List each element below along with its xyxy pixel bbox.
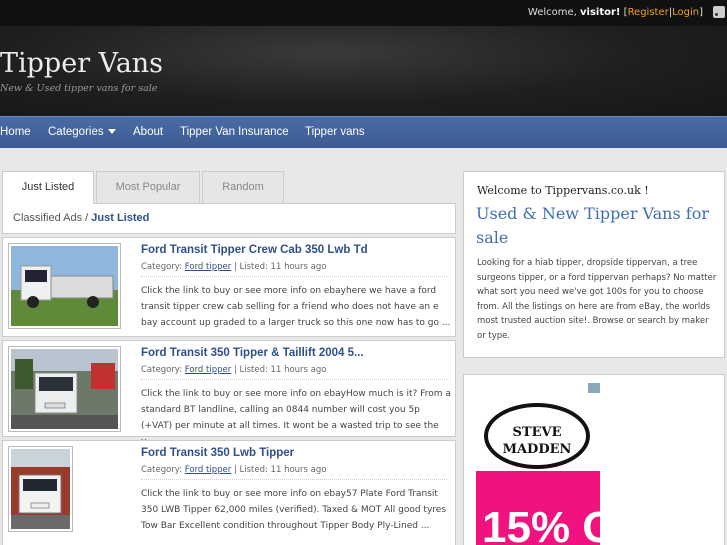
site-header: Tipper Vans New & Used tipper vans for s… <box>0 26 727 116</box>
welcome-user: visitor! <box>580 7 621 18</box>
adchoices-icon[interactable] <box>588 383 600 393</box>
nav-item-tipper-vans[interactable]: Tipper vans <box>305 126 365 138</box>
welcome-heading: Welcome to Tippervans.co.uk ! <box>477 184 649 197</box>
breadcrumb: Classified Ads / Just Listed <box>2 203 456 234</box>
category-link[interactable]: Ford tipper <box>185 262 231 272</box>
listing-thumbnail[interactable] <box>8 446 73 532</box>
chevron-down-icon <box>107 129 116 135</box>
ad-banner[interactable]: STEVE MADDEN 15% OFF <box>476 383 600 545</box>
listing-item: Ford Transit 350 Lwb Tipper Category: Fo… <box>2 440 456 545</box>
listed-time: | Listed: 11 hours ago <box>233 365 327 375</box>
breadcrumb-separator: / <box>82 212 92 224</box>
listing-title[interactable]: Ford Transit Tipper Crew Cab 350 Lwb Td <box>141 244 368 256</box>
welcome-message: Welcome, visitor! [Register|Login] <box>527 7 703 18</box>
listing-description: Click the link to buy or see more info o… <box>141 286 451 328</box>
nav-item-categories[interactable]: Categories <box>48 126 116 138</box>
nav-item-about[interactable]: About <box>133 126 163 138</box>
rss-icon[interactable] <box>713 6 725 18</box>
breadcrumb-current: Just Listed <box>91 212 150 224</box>
main-nav: Home Categories About Tipper Van Insuran… <box>0 116 727 148</box>
brand-line-2: MADDEN <box>502 442 572 457</box>
tab-random[interactable]: Random <box>202 171 284 203</box>
listing-thumbnail[interactable] <box>8 346 121 432</box>
register-link[interactable]: Register <box>628 7 669 18</box>
tab-most-popular[interactable]: Most Popular <box>96 171 200 203</box>
tab-just-listed[interactable]: Just Listed <box>2 171 94 204</box>
site-title[interactable]: Tipper Vans <box>0 48 163 79</box>
listed-time: | Listed: 11 hours ago <box>233 262 327 272</box>
brand-line-1: STEVE <box>512 425 562 440</box>
category-label: Category: <box>141 365 183 375</box>
van-photo <box>11 449 70 529</box>
van-photo <box>11 246 118 326</box>
login-link[interactable]: Login <box>672 7 699 18</box>
nav-item-categories-label: Categories <box>48 126 104 138</box>
listed-time: | Listed: 11 hours ago <box>233 465 327 475</box>
listing-title[interactable]: Ford Transit 350 Lwb Tipper <box>141 447 294 459</box>
listing-title[interactable]: Ford Transit 350 Tipper & Taillift 2004 … <box>141 347 364 359</box>
welcome-prefix: Welcome, <box>527 7 577 18</box>
listing-item: Ford Transit 350 Tipper & Taillift 2004 … <box>2 340 456 447</box>
listing-meta: Category: Ford tipper | Listed: 11 hours… <box>141 465 447 480</box>
listing-item: Ford Transit Tipper Crew Cab 350 Lwb Td … <box>2 237 456 337</box>
welcome-text: Looking for a hiab tipper, dropside tipp… <box>477 258 717 341</box>
listing-thumbnail[interactable] <box>8 243 121 329</box>
ad-offer: 15% OFF <box>482 503 600 545</box>
category-link[interactable]: Ford tipper <box>185 465 231 475</box>
breadcrumb-root[interactable]: Classified Ads <box>13 212 82 224</box>
ad-widget: STEVE MADDEN 15% OFF <box>463 374 725 545</box>
top-bar: Welcome, visitor! [Register|Login] <box>0 0 727 26</box>
nav-item-tipper-van-insurance[interactable]: Tipper Van Insurance <box>180 126 289 138</box>
nav-item-home[interactable]: Home <box>0 126 31 138</box>
site-tagline: New & Used tipper vans for sale <box>0 83 158 94</box>
welcome-widget: Welcome to Tippervans.co.uk ! Used & New… <box>463 171 725 358</box>
category-link[interactable]: Ford tipper <box>185 365 231 375</box>
category-label: Category: <box>141 262 183 272</box>
listing-meta: Category: Ford tipper | Listed: 11 hours… <box>141 365 447 380</box>
brand-logo: STEVE MADDEN <box>484 403 590 469</box>
van-photo <box>11 349 118 429</box>
category-label: Category: <box>141 465 183 475</box>
listing-meta: Category: Ford tipper | Listed: 11 hours… <box>141 262 447 277</box>
listing-description: Click the link to buy or see more info o… <box>141 489 447 531</box>
welcome-title: Used & New Tipper Vans for sale <box>476 204 709 247</box>
